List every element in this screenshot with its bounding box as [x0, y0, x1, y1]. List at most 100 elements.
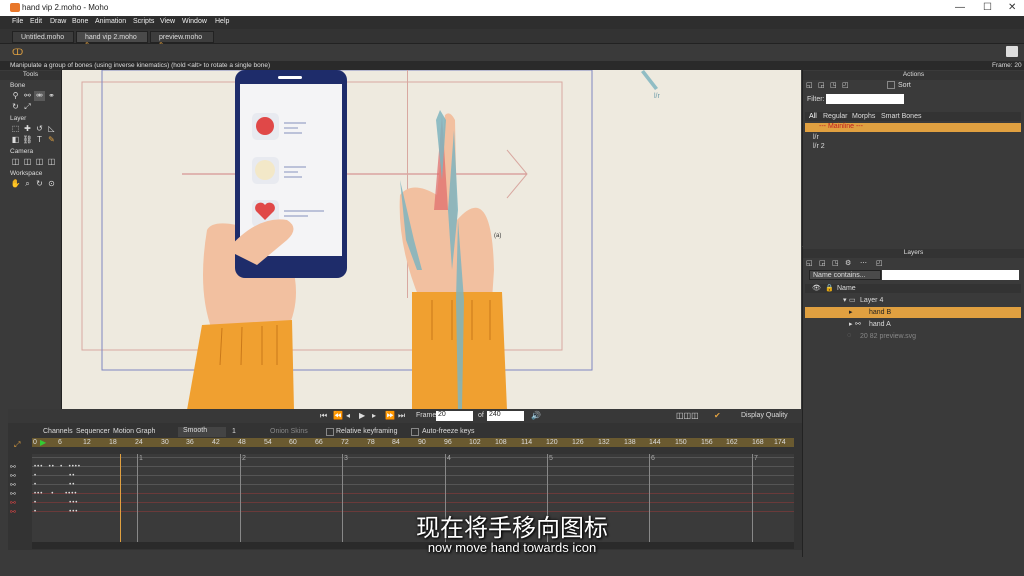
action-item-mainline[interactable]: --- Mainline --- [805, 123, 1021, 132]
fast-forward-icon[interactable]: ⏭ [398, 411, 405, 421]
interp-value[interactable]: 1 [232, 428, 236, 435]
step-forward-icon[interactable]: ▸ [372, 411, 376, 420]
layer-name: Layer 4 [860, 297, 884, 304]
bind-layer-icon[interactable]: ⛓ [22, 135, 33, 145]
menu-file[interactable]: File [12, 18, 23, 25]
new-layer-icon[interactable]: ◱ [806, 259, 813, 267]
pan-hand-icon[interactable]: ✋ [10, 179, 21, 189]
play-marker-icon[interactable]: ▶ [40, 438, 46, 447]
bone-tool-icon[interactable]: ↀ [12, 47, 23, 58]
roll-camera-icon[interactable]: ◫ [34, 157, 45, 167]
maximize-button[interactable]: ☐ [983, 2, 992, 13]
action-item[interactable]: l/r 2 [813, 143, 825, 150]
prev-keyframe-icon[interactable]: ⏪ [333, 411, 343, 420]
expand-arrow-icon[interactable]: ▾ [843, 296, 847, 304]
menu-animation[interactable]: Animation [95, 18, 126, 25]
minimize-button[interactable]: — [955, 2, 965, 13]
scale-bone-icon[interactable]: ⤢ [22, 102, 33, 112]
tab-motion-graph[interactable]: Motion Graph [113, 428, 155, 435]
track-camera-icon[interactable]: ◫ [10, 157, 21, 167]
more-icon[interactable]: ⋯ [860, 259, 867, 267]
actions-title: Actions [803, 71, 1024, 80]
play-icon[interactable]: ▶ [359, 411, 365, 420]
onion-skins[interactable]: Onion Skins [270, 428, 308, 435]
manipulate-bones-icon[interactable]: ⚮ [34, 91, 45, 101]
delete-layer-icon[interactable]: ◳ [832, 259, 839, 267]
view-mode-icon[interactable]: ◫◫◫ [676, 411, 699, 420]
ruler-tick: 174 [774, 439, 786, 446]
rotate-layer-icon[interactable]: ↺ [34, 124, 45, 134]
tab-regular[interactable]: Regular [823, 113, 848, 120]
layer-row[interactable]: ▾ ▭ Layer 4 [805, 295, 1021, 306]
shear-layer-icon[interactable]: ◺ [46, 124, 57, 134]
audio-icon[interactable]: 🔊 [531, 411, 541, 420]
expand-arrow-icon[interactable]: ▸ [849, 320, 853, 328]
document-tabs: Untitled.moho hand vip 2.moho ✎ preview.… [0, 29, 1024, 49]
book-icon[interactable] [1006, 46, 1018, 57]
canvas-viewport[interactable]: l/r (a) [62, 70, 801, 410]
time-ruler[interactable]: 0 6 12 18 24 30 36 42 48 54 60 66 72 78 … [32, 438, 794, 447]
move-layer-icon[interactable]: ✚ [22, 124, 33, 134]
layer-settings-icon[interactable]: ⚙ [845, 259, 851, 267]
rotate-bone-icon[interactable]: ↻ [10, 102, 21, 112]
tab-smart-bones[interactable]: Smart Bones [881, 113, 921, 120]
rewind-icon[interactable]: ⏮ [320, 411, 327, 421]
tab-untitled[interactable]: Untitled.moho [12, 31, 74, 43]
duplicate-layer-icon[interactable]: ◲ [819, 259, 826, 267]
tab-morphs[interactable]: Morphs [852, 113, 875, 120]
ruler-tick: 84 [392, 439, 400, 446]
menu-window[interactable]: Window [182, 18, 207, 25]
tab-all[interactable]: All [809, 113, 817, 120]
next-keyframe-icon[interactable]: ⏩ [385, 411, 395, 420]
layer-row-selected[interactable]: ▸ hand B [805, 307, 1021, 318]
menu-view[interactable]: View [160, 18, 175, 25]
close-button[interactable]: ✕ [1008, 2, 1016, 13]
flip-layer-icon[interactable]: ◧ [10, 135, 21, 145]
transform-layer-icon[interactable]: ⬚ [10, 124, 21, 134]
orbit-icon[interactable]: ⊙ [46, 179, 57, 189]
interpolation-select[interactable]: Smooth [178, 427, 226, 437]
insert-action-icon[interactable]: ◰ [842, 81, 849, 89]
menu-bone[interactable]: Bone [72, 18, 88, 25]
delete-action-icon[interactable]: ◳ [830, 81, 837, 89]
relative-keyframing-checkbox[interactable] [326, 428, 334, 436]
menu-edit[interactable]: Edit [30, 18, 42, 25]
check-icon[interactable]: ✔ [714, 411, 721, 420]
tab-preview[interactable]: preview.moho ✎ [150, 31, 214, 49]
select-bone-icon[interactable]: ⚲ [10, 91, 21, 101]
total-frames-input[interactable]: 240 [487, 411, 524, 421]
display-quality[interactable]: Display Quality [741, 412, 788, 419]
auto-freeze-checkbox[interactable] [411, 428, 419, 436]
text-tool-icon[interactable]: T [34, 135, 45, 145]
zoom-icon[interactable]: ⌕ [22, 179, 33, 189]
step-back-icon[interactable]: ◂ [346, 411, 350, 420]
menu-help[interactable]: Help [215, 18, 229, 25]
new-action-icon[interactable]: ◱ [806, 81, 813, 89]
layer-row[interactable]: ◌ 20 82 preview.svg [805, 331, 1021, 342]
layer-filter-icon[interactable]: ◰ [876, 259, 883, 267]
layer-search-input[interactable] [882, 270, 1019, 280]
menu-scripts[interactable]: Scripts [133, 18, 154, 25]
sort-checkbox[interactable] [887, 81, 895, 89]
add-bone-icon[interactable]: ⚭ [46, 91, 57, 101]
rotate-workspace-icon[interactable]: ↻ [34, 179, 45, 189]
layers-title: Layers [803, 249, 1024, 258]
menu-draw[interactable]: Draw [50, 18, 66, 25]
duplicate-action-icon[interactable]: ◲ [818, 81, 825, 89]
app-logo-icon [10, 3, 20, 12]
tab-hand-vip-2[interactable]: hand vip 2.moho ✎ [76, 31, 148, 49]
expand-arrow-icon[interactable]: ▸ [849, 308, 853, 316]
name-header[interactable]: Name [837, 285, 856, 292]
filter-input[interactable] [826, 94, 904, 104]
layer-row[interactable]: ▸ ⚯ hand A [805, 319, 1021, 330]
translate-bone-icon[interactable]: ⚯ [22, 91, 33, 101]
tab-sequencer[interactable]: Sequencer [76, 428, 110, 435]
tab-channels[interactable]: Channels [43, 428, 73, 435]
action-item[interactable]: l/r [813, 134, 819, 141]
layer-search-mode[interactable]: Name contains... [809, 270, 881, 280]
pen-tool-icon[interactable]: ✎ [46, 135, 57, 145]
zoom-camera-icon[interactable]: ◫ [22, 157, 33, 167]
expand-icon[interactable]: ⤢ [14, 440, 28, 450]
pan-camera-icon[interactable]: ◫ [46, 157, 57, 167]
frame-input[interactable]: 20 [436, 411, 473, 421]
